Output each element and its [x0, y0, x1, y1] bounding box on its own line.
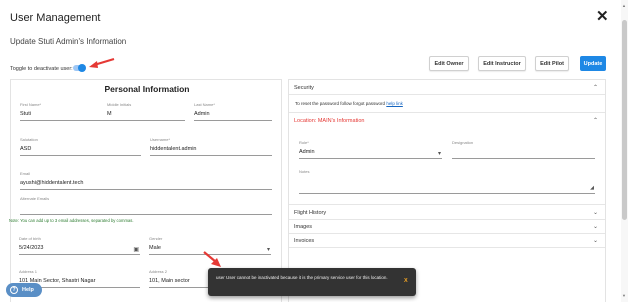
edit-pilot-button[interactable]: Edit Pilot	[535, 56, 569, 71]
edit-instructor-button[interactable]: Edit Instructor	[478, 56, 526, 71]
chevron-down-icon: ▾	[437, 151, 441, 157]
designation-field[interactable]: Designation	[452, 140, 595, 159]
invoices-label: Invoices	[294, 238, 315, 244]
gender-label: Gender	[149, 236, 163, 241]
location-section-header[interactable]: Location: MAIN's Information ⌃	[294, 116, 600, 126]
last-name-label: Last Name*	[194, 102, 215, 107]
alternate-emails-value	[20, 205, 272, 214]
images-section-header[interactable]: Images ⌄	[294, 222, 600, 232]
help-button[interactable]: ? Help	[6, 283, 42, 297]
designation-value	[452, 149, 595, 158]
scrollbar-thumb[interactable]	[622, 20, 627, 220]
notes-label: Notes	[299, 169, 310, 174]
divider	[289, 94, 605, 95]
toggle-knob	[78, 64, 86, 72]
toast-close-button[interactable]: X	[404, 278, 408, 284]
scroll-up-icon[interactable]: ▲	[622, 3, 626, 8]
close-icon[interactable]: ✕	[596, 9, 609, 24]
deactivate-user-toggle[interactable]	[73, 64, 86, 72]
role-select[interactable]: Role* Admin ▾	[299, 140, 442, 159]
middle-initials-value: M	[107, 111, 112, 117]
annotation-arrow-icon	[203, 251, 221, 267]
divider	[289, 204, 605, 205]
chevron-up-icon: ⌃	[592, 118, 598, 124]
date-of-birth-field[interactable]: Date of birth 5/24/2023 ▣	[19, 236, 140, 255]
last-name-field[interactable]: Last Name* Admin	[194, 102, 272, 121]
notes-field[interactable]: Notes ◢	[299, 169, 595, 194]
alternate-emails-field[interactable]: Alternate Emails	[20, 196, 272, 215]
username-value: hiddentalent.admin	[150, 146, 197, 152]
annotation-arrow-icon	[89, 57, 115, 68]
chevron-down-icon: ⌄	[592, 238, 598, 244]
address-1-label: Address 1	[19, 269, 38, 274]
middle-initials-field[interactable]: Middle Initials M	[107, 102, 185, 121]
page-scrollbar[interactable]: ▲ ▼	[621, 0, 628, 302]
resize-handle-icon[interactable]: ◢	[590, 185, 594, 191]
divider	[289, 247, 605, 248]
email-note: Note: You can add up to 3 email addresse…	[9, 218, 134, 223]
username-field[interactable]: Username* hiddentalent.admin	[150, 137, 272, 156]
alternate-emails-label: Alternate Emails	[20, 196, 50, 201]
username-label: Username*	[150, 137, 171, 142]
update-button[interactable]: Update	[580, 56, 606, 71]
email-label: Email	[20, 171, 31, 176]
help-icon: ?	[10, 286, 18, 294]
chevron-up-icon: ⌃	[592, 85, 598, 91]
email-value: ayushi@hiddentalent.tech	[20, 180, 84, 186]
salutation-value: ASD	[20, 146, 32, 152]
location-section-label: Location: MAIN's Information	[294, 118, 365, 124]
chevron-down-icon: ⌄	[592, 210, 598, 216]
date-of-birth-value: 5/24/2023	[19, 245, 44, 251]
error-toast: user User cannot be inactivated because …	[208, 268, 416, 296]
divider	[289, 112, 605, 113]
toast-message: user User cannot be inactivated because …	[216, 275, 388, 280]
designation-label: Designation	[452, 140, 474, 145]
page-subtitle: Update Stuti Admin's Information	[10, 37, 127, 46]
scroll-down-icon[interactable]: ▼	[622, 293, 626, 298]
divider	[289, 233, 605, 234]
divider	[289, 219, 605, 220]
help-label: Help	[22, 287, 34, 293]
calendar-icon[interactable]: ▣	[133, 246, 139, 253]
salutation-field[interactable]: Salutation ASD	[20, 137, 141, 156]
last-name-value: Admin	[194, 111, 210, 117]
personal-information-title: Personal Information	[104, 84, 190, 94]
reset-password-message: To reset the password follow forgot pass…	[295, 101, 386, 106]
middle-initials-label: Middle Initials	[107, 102, 132, 107]
edit-owner-button[interactable]: Edit Owner	[429, 56, 469, 71]
role-value: Admin	[299, 149, 315, 155]
security-section-label: Security	[294, 85, 314, 91]
chevron-down-icon: ▾	[266, 247, 270, 253]
flight-history-label: Flight History	[294, 210, 327, 216]
date-of-birth-label: Date of birth	[19, 236, 41, 241]
role-label: Role*	[299, 140, 309, 145]
email-field[interactable]: Email ayushi@hiddentalent.tech	[20, 171, 272, 190]
flight-history-section-header[interactable]: Flight History ⌄	[294, 208, 600, 218]
deactivate-toggle-label: Toggle to deactivate user:	[10, 66, 73, 72]
help-link[interactable]: help link	[386, 101, 403, 106]
reset-password-text: To reset the password follow forgot pass…	[295, 101, 403, 106]
salutation-label: Salutation	[20, 137, 38, 142]
notes-value	[299, 178, 595, 193]
chevron-down-icon: ⌄	[592, 224, 598, 230]
invoices-section-header[interactable]: Invoices ⌄	[294, 236, 600, 246]
images-label: Images	[294, 224, 313, 230]
page-title: User Management	[10, 12, 101, 24]
security-section-header[interactable]: Security ⌃	[294, 83, 600, 93]
